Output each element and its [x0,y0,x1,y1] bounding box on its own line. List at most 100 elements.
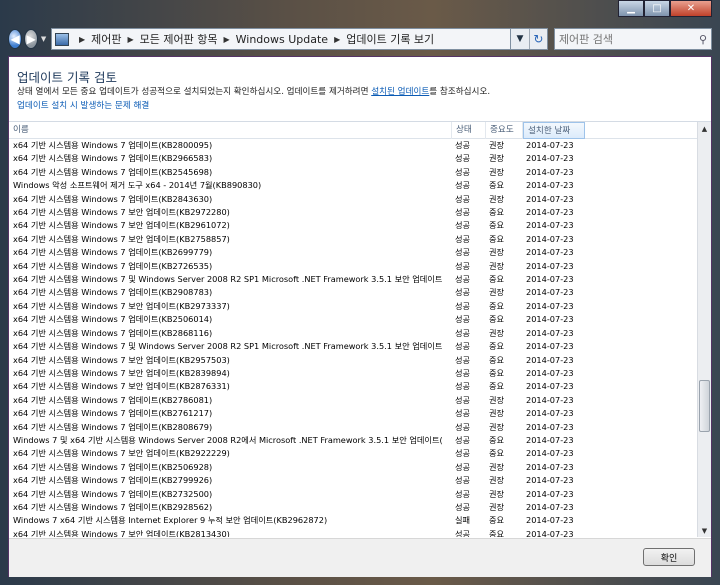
update-importance: 중요 [489,528,505,537]
navigation-bar: ◀ ▶ ▼ ▶ 제어판 ▶ 모든 제어판 항목 ▶ Windows Update… [8,26,712,52]
table-row[interactable]: x64 기반 시스템용 Windows 7 업데이트(KB2545698) 성공 권… [9,166,697,179]
table-row[interactable]: x64 기반 시스템용 Windows 7 업데이트(KB2799926) 성공 권… [9,474,697,487]
table-row[interactable]: x64 기반 시스템용 Windows 7 보안 업데이트(KB2813430)… [9,528,697,537]
update-status: 성공 [455,314,471,325]
breadcrumb-update-history[interactable]: 업데이트 기록 보기 [346,31,434,47]
table-row[interactable]: x64 기반 시스템용 Windows 7 업데이트(KB2928562) 성공 권… [9,501,697,514]
update-importance: 중요 [489,233,505,244]
troubleshoot-link[interactable]: 업데이트 설치 시 발생하는 문제 해결 [17,99,149,111]
update-date: 2014-07-23 [526,381,574,392]
breadcrumb-separator-icon[interactable]: ▶ [334,35,340,44]
breadcrumb-control-panel[interactable]: 제어판 [91,31,121,47]
table-row[interactable]: x64 기반 시스템용 Windows 7 업데이트(KB2506014) 성공 중… [9,313,697,326]
column-header-date[interactable]: 설치한 날짜 [523,122,585,139]
table-row[interactable]: x64 기반 시스템용 Windows 7 및 Windows Server 2… [9,273,697,286]
update-name: x64 기반 시스템용 Windows 7 보안 업데이트(KB2972280) [13,207,230,218]
search-input[interactable] [558,32,699,46]
update-name: x64 기반 시스템용 Windows 7 업데이트(KB2732500) [13,488,213,499]
installed-updates-link[interactable]: 설치된 업데이트 [371,87,429,97]
recent-pages-chevron-icon[interactable]: ▼ [40,35,47,43]
table-row[interactable]: x64 기반 시스템용 Windows 7 업데이트(KB2786081) 성공 권… [9,394,697,407]
update-date: 2014-07-23 [526,501,574,512]
close-button[interactable]: ✕ [670,0,712,17]
minimize-button[interactable]: ▁ [618,0,644,17]
update-importance: 권장 [489,193,505,204]
table-row[interactable]: x64 기반 시스템용 Windows 7 보안 업데이트(KB2922229)… [9,447,697,460]
address-dropdown-chevron-icon[interactable]: ▼ [511,29,529,49]
ok-button[interactable]: 확인 [643,548,695,566]
column-header-name[interactable]: 이름 [9,122,452,139]
vertical-scrollbar[interactable]: ▲ ▼ [697,122,711,537]
breadcrumb-separator-icon[interactable]: ▶ [79,35,85,44]
table-row[interactable]: x64 기반 시스템용 Windows 7 업데이트(KB2808679) 성공 권… [9,421,697,434]
update-importance: 중요 [489,300,505,311]
update-name: Windows 7 및 x64 기반 시스템용 Windows Server 2… [13,434,443,445]
update-status: 성공 [455,247,471,258]
update-name: x64 기반 시스템용 Windows 7 및 Windows Server 2… [13,274,443,285]
update-status: 성공 [455,327,471,338]
table-row[interactable]: x64 기반 시스템용 Windows 7 보안 업데이트(KB2876331)… [9,380,697,393]
table-row[interactable]: x64 기반 시스템용 Windows 7 및 Windows Server 2… [9,340,697,353]
update-importance: 중요 [489,220,505,231]
column-header-importance[interactable]: 중요도 [486,122,523,139]
search-box[interactable]: ⚲ [553,28,712,50]
update-importance: 권장 [489,247,505,258]
update-name: Windows 7 x64 기반 시스템용 Internet Explorer … [13,515,328,526]
breadcrumb-windows-update[interactable]: Windows Update [236,33,328,46]
update-date: 2014-07-23 [526,274,574,285]
update-name: x64 기반 시스템용 Windows 7 업데이트(KB2808679) [13,421,213,432]
forward-arrow-icon[interactable]: ▶ [24,29,39,49]
breadcrumb-separator-icon[interactable]: ▶ [223,35,229,44]
search-icon[interactable]: ⚲ [699,33,707,46]
update-status: 성공 [455,287,471,298]
table-row[interactable]: Windows 악성 소프트웨어 제거 도구 x64 - 2014년 7월(KB… [9,179,697,192]
table-row[interactable]: x64 기반 시스템용 Windows 7 업데이트(KB2726535) 성공 권… [9,260,697,273]
column-header-status[interactable]: 상태 [452,122,486,139]
table-row[interactable]: Windows 7 x64 기반 시스템용 Internet Explorer … [9,514,697,527]
update-date: 2014-07-23 [526,461,574,472]
address-buttons: ▼ ↻ [510,28,548,50]
table-row[interactable]: x64 기반 시스템용 Windows 7 보안 업데이트(KB2973337)… [9,300,697,313]
table-row[interactable]: x64 기반 시스템용 Windows 7 업데이트(KB2699779) 성공 권… [9,246,697,259]
table-row[interactable]: x64 기반 시스템용 Windows 7 업데이트(KB2732500) 성공 권… [9,488,697,501]
update-name: x64 기반 시스템용 Windows 7 업데이트(KB2868116) [13,327,213,338]
table-row[interactable]: x64 기반 시스템용 Windows 7 보안 업데이트(KB2758857)… [9,233,697,246]
table-rows: x64 기반 시스템용 Windows 7 업데이트(KB2800095) 성공 권… [9,139,697,537]
table-row[interactable]: x64 기반 시스템용 Windows 7 업데이트(KB2843630) 성공 권… [9,193,697,206]
description-suffix: 를 참조하십시오. [429,87,491,97]
update-date: 2014-07-23 [526,247,574,258]
breadcrumb-all-items[interactable]: 모든 제어판 항목 [140,31,218,47]
update-history-list[interactable]: 이름 상태 중요도 설치한 날짜 x64 기반 시스템용 Windows 7 업… [9,121,711,537]
update-name: x64 기반 시스템용 Windows 7 업데이트(KB2800095) [13,140,213,150]
update-name: x64 기반 시스템용 Windows 7 업데이트(KB2843630) [13,193,213,204]
update-importance: 권장 [489,421,505,432]
update-status: 성공 [455,448,471,459]
update-name: x64 기반 시스템용 Windows 7 업데이트(KB2506014) [13,314,213,325]
update-status: 성공 [455,367,471,378]
update-status: 성공 [455,274,471,285]
scroll-thumb[interactable] [699,380,710,432]
scroll-down-icon[interactable]: ▼ [698,524,711,537]
update-status: 성공 [455,434,471,445]
update-importance: 권장 [489,153,505,164]
scroll-up-icon[interactable]: ▲ [698,122,711,136]
table-row[interactable]: x64 기반 시스템용 Windows 7 업데이트(KB2761217) 성공 권… [9,407,697,420]
table-row[interactable]: x64 기반 시스템용 Windows 7 업데이트(KB2908783) 성공 권… [9,286,697,299]
update-name: x64 기반 시스템용 Windows 7 업데이트(KB2786081) [13,394,213,405]
table-row[interactable]: x64 기반 시스템용 Windows 7 보안 업데이트(KB2961072)… [9,219,697,232]
table-row[interactable]: x64 기반 시스템용 Windows 7 보안 업데이트(KB2839894)… [9,367,697,380]
update-date: 2014-07-23 [526,287,574,298]
table-row[interactable]: x64 기반 시스템용 Windows 7 업데이트(KB2506928) 성공 권… [9,461,697,474]
table-row[interactable]: Windows 7 및 x64 기반 시스템용 Windows Server 2… [9,434,697,447]
back-arrow-icon[interactable]: ◀ [8,29,23,49]
breadcrumb-separator-icon[interactable]: ▶ [127,35,133,44]
table-row[interactable]: x64 기반 시스템용 Windows 7 보안 업데이트(KB2957503)… [9,354,697,367]
table-row[interactable]: x64 기반 시스템용 Windows 7 업데이트(KB2966583) 성공 권… [9,152,697,165]
update-name: x64 기반 시스템용 Windows 7 보안 업데이트(KB2876331) [13,381,230,392]
table-row[interactable]: x64 기반 시스템용 Windows 7 보안 업데이트(KB2972280)… [9,206,697,219]
maximize-button[interactable]: □ [644,0,670,17]
address-bar[interactable]: ▶ 제어판 ▶ 모든 제어판 항목 ▶ Windows Update ▶ 업데이… [50,28,511,50]
table-row[interactable]: x64 기반 시스템용 Windows 7 업데이트(KB2868116) 성공 권… [9,327,697,340]
table-row[interactable]: x64 기반 시스템용 Windows 7 업데이트(KB2800095) 성공 권… [9,139,697,152]
refresh-icon[interactable]: ↻ [528,29,547,49]
